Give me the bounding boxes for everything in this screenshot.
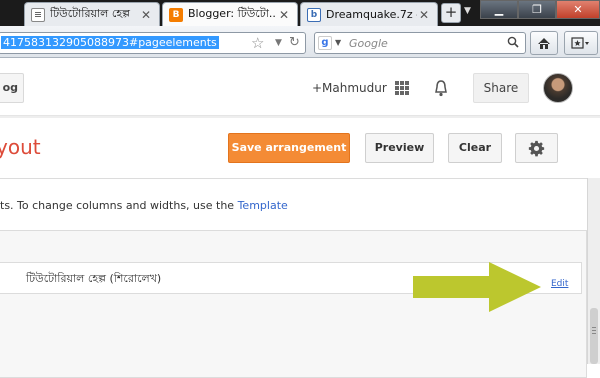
bookmarks-icon [571, 37, 589, 49]
url-text[interactable]: 417583132905088973#pageelements [1, 36, 219, 49]
edit-link[interactable]: Edit [551, 279, 568, 289]
history-dropdown-icon[interactable]: ▼ [275, 38, 282, 48]
page-title: yout [0, 135, 41, 159]
home-button[interactable] [530, 31, 558, 55]
tab-label: টিউটোরিয়াল হেল্প [50, 7, 130, 20]
bookmarks-menu-button[interactable] [564, 31, 598, 55]
clear-button[interactable]: Clear [448, 133, 502, 163]
bookmark-star-icon[interactable]: ☆ [251, 34, 264, 52]
home-icon [538, 37, 550, 49]
document-icon [31, 7, 45, 22]
restore-icon[interactable]: ❐ [518, 0, 556, 19]
tab-list-dropdown-icon[interactable]: ▼ [464, 6, 471, 16]
tab-label: Dreamquake.7z - ... [326, 8, 417, 21]
tab-label: Blogger: টিউটো... [188, 7, 277, 20]
new-tab-button[interactable]: + [441, 3, 461, 23]
tab-dreamquake[interactable]: b Dreamquake.7z - ... ✕ [300, 2, 438, 26]
close-icon[interactable]: ✕ [139, 8, 153, 22]
search-input[interactable]: Google [349, 37, 388, 50]
google-icon[interactable]: g [318, 36, 332, 50]
layout-info-text: ts. To change columns and widths, use th… [0, 199, 288, 212]
tab-tutorial-help[interactable]: টিউটোরিয়াল হেল্প ✕ [24, 2, 160, 26]
arrow-annotation-icon [413, 262, 541, 312]
blogger-icon: B [169, 7, 183, 22]
user-profile-link[interactable]: +Mahmudur [312, 81, 387, 95]
gear-icon [528, 140, 545, 157]
template-link[interactable]: Template [238, 199, 288, 212]
search-engine-dropdown-icon[interactable]: ▼ [335, 38, 341, 47]
avatar[interactable] [543, 73, 573, 103]
close-icon[interactable]: ✕ [277, 8, 291, 22]
page-scrollbar[interactable] [587, 178, 600, 364]
blog-button[interactable]: og [0, 73, 24, 103]
header-divider [0, 116, 600, 118]
blogger-header: og +Mahmudur Share [0, 59, 600, 116]
window-controls: ▁ ❐ ✕ [480, 0, 600, 20]
layout-info-bar: ts. To change columns and widths, use th… [0, 179, 587, 231]
window-close-icon[interactable]: ✕ [556, 0, 600, 19]
share-button[interactable]: Share [473, 73, 529, 103]
tab-blogger[interactable]: B Blogger: টিউটো... ✕ [162, 2, 298, 26]
navigation-bar: 417583132905088973#pageelements ☆ ▼ ↻ g … [0, 26, 600, 58]
dreamquake-icon: b [307, 7, 321, 22]
settings-button[interactable] [515, 133, 558, 163]
apps-grid-icon[interactable] [395, 81, 409, 95]
save-arrangement-button[interactable]: Save arrangement [228, 133, 350, 163]
preview-button[interactable]: Preview [365, 133, 434, 163]
info-text: ts. To change columns and widths, use th… [0, 199, 235, 212]
scrollbar-grip [592, 330, 596, 331]
notification-bell-icon[interactable] [433, 79, 449, 97]
minimize-icon[interactable]: ▁ [480, 0, 518, 19]
close-icon[interactable]: ✕ [417, 8, 431, 22]
reload-icon[interactable]: ↻ [289, 35, 300, 50]
search-bar[interactable]: g ▼ Google [314, 32, 526, 54]
address-bar[interactable]: 417583132905088973#pageelements ☆ ▼ ↻ [0, 32, 306, 54]
tab-strip: টিউটোরিয়াল হেল্প ✕ B Blogger: টিউটো... … [0, 0, 600, 26]
scrollbar-thumb[interactable] [590, 308, 598, 364]
gadget-title: টিউটোরিয়াল হেল্প (শিরোলেখ) [26, 272, 162, 285]
search-icon[interactable] [507, 36, 519, 48]
